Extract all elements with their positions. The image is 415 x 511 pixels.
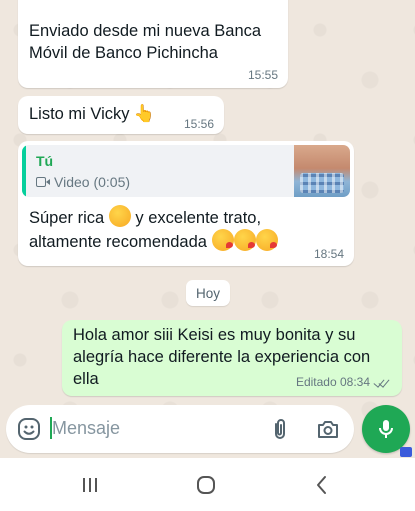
- message-meta: Editado 08:34: [296, 375, 390, 389]
- back-icon[interactable]: [309, 472, 335, 498]
- message-text: Súper rica y excelente trato, altamente …: [29, 205, 319, 253]
- message-text-line2: altamente recomendada: [29, 233, 207, 251]
- pointing-up-emoji-icon: 👆: [133, 104, 155, 123]
- quote-text: Video (0:05): [54, 174, 131, 190]
- emoji-icon[interactable]: [17, 417, 41, 441]
- message-text: Listo mi Vicky 👆: [29, 103, 155, 125]
- chat-area[interactable]: Enviado desde mi nueva Banca Móvil de Ba…: [0, 0, 415, 458]
- quote-author: Tú: [36, 153, 54, 169]
- kiss-emoji-icon: [233, 229, 256, 251]
- double-check-icon: [373, 376, 390, 388]
- mic-button[interactable]: [362, 405, 410, 453]
- kiss-emoji-icon: [211, 229, 234, 251]
- message-incoming[interactable]: Listo mi Vicky 👆 15:56: [18, 96, 224, 134]
- kiss-emoji-icon: [255, 229, 278, 251]
- message-input-bar[interactable]: Mensaje: [6, 405, 354, 453]
- badge: [400, 447, 412, 457]
- message-time: 18:54: [313, 247, 344, 261]
- edited-time: Editado 08:34: [295, 375, 370, 389]
- message-text: Enviado desde mi nueva Banca Móvil de Ba…: [29, 22, 262, 62]
- message-incoming-reply[interactable]: Tú Video (0:05) Súper rica y excelente t…: [18, 141, 354, 266]
- message-text-content: Listo mi Vicky: [29, 105, 130, 123]
- home-icon[interactable]: [193, 472, 219, 498]
- message-text-line1: Súper rica: [29, 209, 105, 227]
- yum-emoji-icon: [108, 205, 131, 227]
- date-chip: Hoy: [186, 280, 230, 306]
- camera-icon[interactable]: [316, 417, 340, 441]
- message-time: 15:56: [183, 117, 214, 131]
- message-time: 15:55: [247, 68, 278, 82]
- attach-icon[interactable]: [268, 417, 292, 441]
- message-text-line1-cont: y excelente trato,: [135, 209, 262, 227]
- message-incoming[interactable]: Enviado desde mi nueva Banca Móvil de Ba…: [18, 0, 288, 88]
- quote-bar: [22, 145, 26, 197]
- mic-icon: [379, 420, 393, 438]
- recents-icon[interactable]: [77, 472, 103, 498]
- video-icon: [36, 177, 50, 187]
- quote-content: Video (0:05): [36, 174, 130, 190]
- quoted-message[interactable]: Tú Video (0:05): [22, 145, 350, 197]
- message-outgoing[interactable]: Hola amor siii Keisi es muy bonita y su …: [62, 320, 402, 396]
- message-input[interactable]: Mensaje: [52, 418, 120, 439]
- system-nav-bar: [0, 458, 415, 511]
- video-thumbnail: [294, 145, 350, 197]
